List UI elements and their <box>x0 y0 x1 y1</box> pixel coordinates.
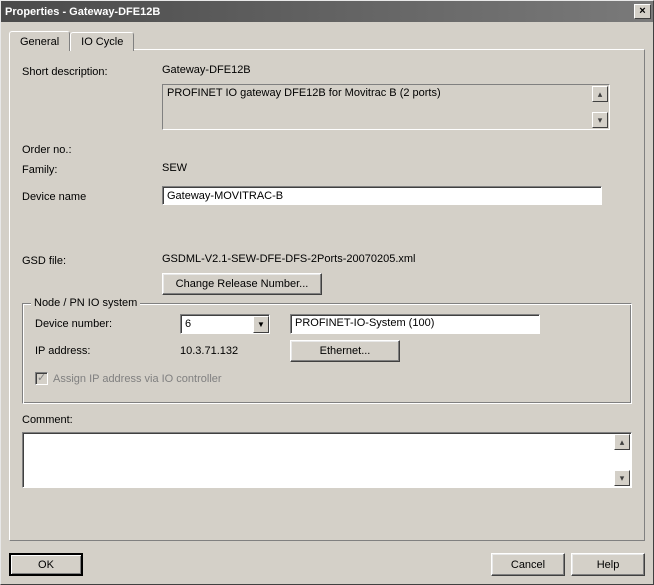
family-value: SEW <box>162 162 632 174</box>
client-area: General IO Cycle Short description: Gate… <box>1 22 653 547</box>
label-assign-ip: Assign IP address via IO controller <box>53 373 222 385</box>
assign-ip-checkbox <box>35 372 48 385</box>
node-pnio-legend: Node / PN IO system <box>31 297 140 309</box>
short-description-value: Gateway-DFE12B <box>162 64 632 76</box>
label-device-name: Device name <box>22 189 162 203</box>
label-order-no: Order no.: <box>22 142 162 156</box>
cancel-button[interactable]: Cancel <box>491 553 565 576</box>
comment-textarea[interactable]: ▴ ▾ <box>22 432 632 488</box>
device-name-input[interactable] <box>162 186 602 205</box>
properties-dialog: Properties - Gateway-DFE12B × General IO… <box>0 0 654 585</box>
scroll-down-icon[interactable]: ▾ <box>614 470 630 486</box>
short-description-detail: PROFINET IO gateway DFE12B for Movitrac … <box>167 87 441 99</box>
window-title: Properties - Gateway-DFE12B <box>5 6 634 18</box>
scroll-up-icon[interactable]: ▴ <box>592 86 608 102</box>
label-gsd-file: GSD file: <box>22 253 162 267</box>
scroll-up-icon[interactable]: ▴ <box>614 434 630 450</box>
label-ip-address: IP address: <box>35 345 180 357</box>
chevron-down-icon: ▼ <box>253 316 269 333</box>
scroll-down-icon[interactable]: ▾ <box>592 112 608 128</box>
ok-button[interactable]: OK <box>9 553 83 576</box>
device-number-select[interactable]: 6 ▼ <box>180 314 270 334</box>
short-description-detail-box: PROFINET IO gateway DFE12B for Movitrac … <box>162 84 610 130</box>
tabpanel-general: Short description: Gateway-DFE12B PROFIN… <box>9 49 645 541</box>
label-family: Family: <box>22 162 162 176</box>
pn-io-system-field: PROFINET-IO-System (100) <box>290 314 540 334</box>
label-comment: Comment: <box>22 414 73 426</box>
change-release-number-button[interactable]: Change Release Number... <box>162 273 322 295</box>
device-number-value: 6 <box>185 318 191 330</box>
help-button[interactable]: Help <box>571 553 645 576</box>
label-device-number: Device number: <box>35 318 180 330</box>
gsd-file-value: GSDML-V2.1-SEW-DFE-DFS-2Ports-20070205.x… <box>162 253 632 265</box>
label-short-description: Short description: <box>22 64 162 78</box>
tab-general[interactable]: General <box>9 31 70 51</box>
close-button[interactable]: × <box>634 4 651 19</box>
ethernet-button[interactable]: Ethernet... <box>290 340 400 362</box>
tab-strip: General IO Cycle <box>9 31 645 50</box>
tab-io-cycle[interactable]: IO Cycle <box>70 32 134 51</box>
dialog-button-bar: OK Cancel Help <box>1 547 653 584</box>
node-pnio-group: Node / PN IO system Device number: 6 ▼ P… <box>22 303 632 404</box>
ip-address-value: 10.3.71.132 <box>180 345 290 357</box>
titlebar: Properties - Gateway-DFE12B × <box>1 1 653 22</box>
